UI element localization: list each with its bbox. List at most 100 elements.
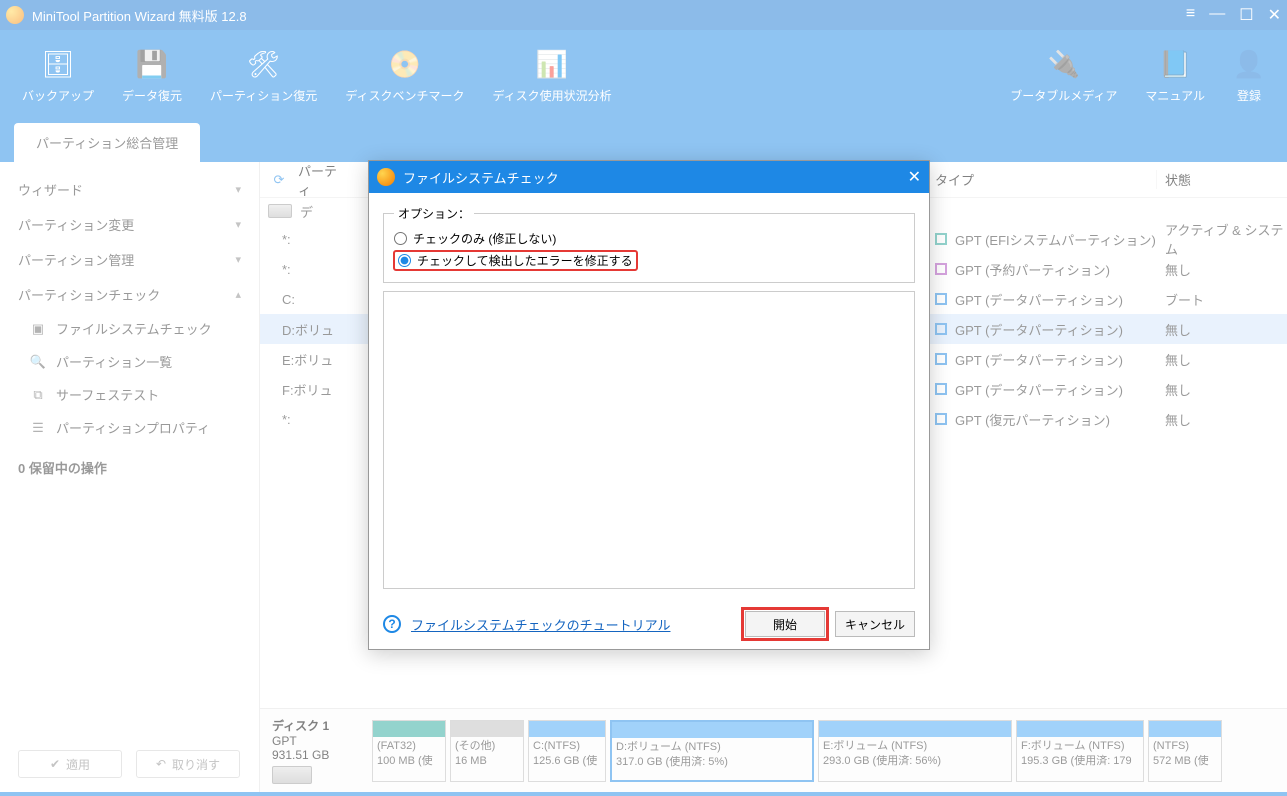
toolbar-bootable-label: ブータブルメディア: [1010, 87, 1117, 104]
partition-info-row[interactable]: GPT (データパーティション)無し: [927, 314, 1287, 344]
benchmark-icon: 📀: [389, 49, 421, 81]
diskmap-info: ディスク 1 GPT 931.51 GB: [268, 717, 368, 784]
start-button[interactable]: 開始: [745, 611, 825, 637]
toolbar-register[interactable]: 👤 登録: [1219, 43, 1279, 110]
toolbar-benchmark[interactable]: 📀 ディスクベンチマーク: [331, 43, 478, 110]
apply-button[interactable]: ✔適用: [18, 750, 122, 778]
toolbar: 🗄 バックアップ 💾 データ復元 🛠 パーティション復元 📀 ディスクベンチマー…: [0, 30, 1287, 122]
close-icon[interactable]: ✕: [1268, 5, 1281, 25]
toolbar-partition-recovery[interactable]: 🛠 パーティション復元: [196, 43, 331, 110]
diskmap-partition[interactable]: (FAT32)100 MB (使: [372, 720, 446, 782]
toolbar-manual-label: マニュアル: [1145, 87, 1205, 104]
partition-info-row[interactable]: GPT (データパーティション) 無し: [927, 344, 1287, 374]
sidebar-item-label: パーティションプロパティ: [56, 418, 210, 437]
partition-sub: 195.3 GB (使用済: 179: [1021, 754, 1139, 769]
partition-label: C:(NTFS): [533, 739, 601, 754]
output-area: [383, 291, 915, 589]
partition-sub: 572 MB (使: [1153, 754, 1217, 769]
partition-state: ブート: [1157, 290, 1287, 309]
bootable-icon: 🔌: [1048, 49, 1080, 81]
partition-type: GPT (データパーティション): [955, 350, 1123, 369]
surface-icon: ⧉: [30, 387, 46, 403]
dialog-titlebar: ファイルシステムチェック ✕: [369, 161, 929, 193]
usage-bar: [373, 721, 445, 737]
manual-icon: 📘: [1159, 49, 1191, 81]
menu-icon[interactable]: ≡: [1186, 5, 1195, 25]
sidebar-wizard-label: ウィザード: [18, 180, 83, 199]
toolbar-backup[interactable]: 🗄 バックアップ: [8, 43, 108, 110]
diskmap-partition[interactable]: (NTFS)572 MB (使: [1148, 720, 1222, 782]
chevron-down-icon: ▾: [235, 183, 241, 196]
partition-sub: 125.6 GB (使: [533, 754, 601, 769]
option-check-fix[interactable]: チェックして検出したエラーを修正する: [394, 251, 637, 270]
sidebar-wizard[interactable]: ウィザード ▾: [0, 172, 259, 207]
partition-info-row[interactable]: GPT (予約パーティション)無し: [927, 254, 1287, 284]
chevron-up-icon: ▴: [235, 288, 241, 301]
color-square-icon: [935, 383, 947, 395]
diskmap-partition[interactable]: C:(NTFS)125.6 GB (使: [528, 720, 606, 782]
sidebar-item-partition-list[interactable]: 🔍 パーティション一覧: [0, 345, 259, 378]
hdd-icon: [272, 766, 312, 784]
toolbar-manual[interactable]: 📘 マニュアル: [1131, 43, 1219, 110]
backup-icon: 🗄: [42, 49, 74, 81]
refresh-icon[interactable]: ⟳: [268, 169, 290, 191]
cancel-button[interactable]: キャンセル: [835, 611, 915, 637]
help-icon[interactable]: ?: [383, 615, 401, 633]
color-square-icon: [935, 413, 947, 425]
chevron-down-icon: ▾: [235, 218, 241, 231]
options-fieldset: オプション： チェックのみ (修正しない) チェックして検出したエラーを修正する: [383, 205, 915, 283]
dialog-app-icon: [377, 168, 395, 186]
partition-sub: 317.0 GB (使用済: 5%): [616, 755, 808, 770]
col-partition: パーティ: [298, 161, 348, 199]
partition-info-row[interactable]: GPT (復元パーティション) 無し: [927, 404, 1287, 434]
undo-button[interactable]: ↶取り消す: [136, 750, 240, 778]
minimize-icon[interactable]: —: [1209, 5, 1225, 25]
options-legend: オプション：: [394, 205, 474, 222]
data-recovery-icon: 💾: [136, 49, 168, 81]
maximize-icon[interactable]: ☐: [1239, 5, 1253, 25]
sidebar-item-surface-test[interactable]: ⧉ サーフェステスト: [0, 378, 259, 411]
usage-bar: [1017, 721, 1143, 737]
disk-icon: [268, 204, 292, 218]
partition-state: 無し: [1157, 410, 1287, 429]
sidebar-item-properties[interactable]: ☰ パーティションプロパティ: [0, 411, 259, 444]
dialog-close-icon[interactable]: ✕: [908, 167, 921, 187]
sidebar-check[interactable]: パーティションチェック ▴: [0, 277, 259, 312]
partition-type: GPT (データパーティション): [955, 320, 1123, 339]
sidebar-manage[interactable]: パーティション管理 ▾: [0, 242, 259, 277]
col-type: タイプ: [927, 170, 1157, 189]
magnify-icon: 🔍: [30, 354, 46, 370]
radio-check-fix[interactable]: [398, 254, 411, 267]
app-icon: [6, 6, 24, 24]
sidebar-change-label: パーティション変更: [18, 215, 134, 234]
partition-type: GPT (復元パーティション): [955, 410, 1110, 429]
toolbar-register-label: 登録: [1237, 87, 1261, 104]
partition-label: E:ボリューム (NTFS): [823, 739, 1007, 754]
sidebar-change[interactable]: パーティション変更 ▾: [0, 207, 259, 242]
sidebar-item-fscheck[interactable]: ▣ ファイルシステムチェック: [0, 312, 259, 345]
radio-check-only[interactable]: [394, 232, 407, 245]
toolbar-data-recovery[interactable]: 💾 データ復元: [108, 43, 196, 110]
toolbar-data-recovery-label: データ復元: [122, 87, 182, 104]
partition-state: 無し: [1157, 350, 1287, 369]
partition-info-row[interactable]: GPT (EFIシステムパーティション)アクティブ & システム: [927, 224, 1287, 254]
partition-recovery-icon: 🛠: [248, 49, 280, 81]
partition-info-row[interactable]: GPT (データパーティション)無し: [927, 374, 1287, 404]
diskmap-partition[interactable]: (その他)16 MB: [450, 720, 524, 782]
diskmap-partition[interactable]: E:ボリューム (NTFS)293.0 GB (使用済: 56%): [818, 720, 1012, 782]
option-check-fix-label: チェックして検出したエラーを修正する: [417, 252, 633, 269]
tutorial-link[interactable]: ファイルシステムチェックのチュートリアル: [411, 615, 670, 634]
partition-type: GPT (EFIシステムパーティション): [955, 230, 1156, 249]
dialog-title: ファイルシステムチェック: [403, 168, 559, 187]
diskmap-partition[interactable]: F:ボリューム (NTFS)195.3 GB (使用済: 179: [1016, 720, 1144, 782]
color-square-icon: [935, 353, 947, 365]
toolbar-disk-usage[interactable]: 📊 ディスク使用状況分析: [478, 43, 625, 110]
diskmap-partition[interactable]: D:ボリューム (NTFS)317.0 GB (使用済: 5%): [610, 720, 814, 782]
toolbar-bootable[interactable]: 🔌 ブータブルメディア: [996, 43, 1131, 110]
partition-sub: 100 MB (使: [377, 754, 441, 769]
option-check-only[interactable]: チェックのみ (修正しない): [394, 230, 904, 247]
tab-partition-management[interactable]: パーティション総合管理: [14, 123, 200, 162]
partition-info-row[interactable]: GPT (データパーティション)ブート: [927, 284, 1287, 314]
fscheck-icon: ▣: [30, 321, 46, 337]
register-icon: 👤: [1233, 49, 1265, 81]
